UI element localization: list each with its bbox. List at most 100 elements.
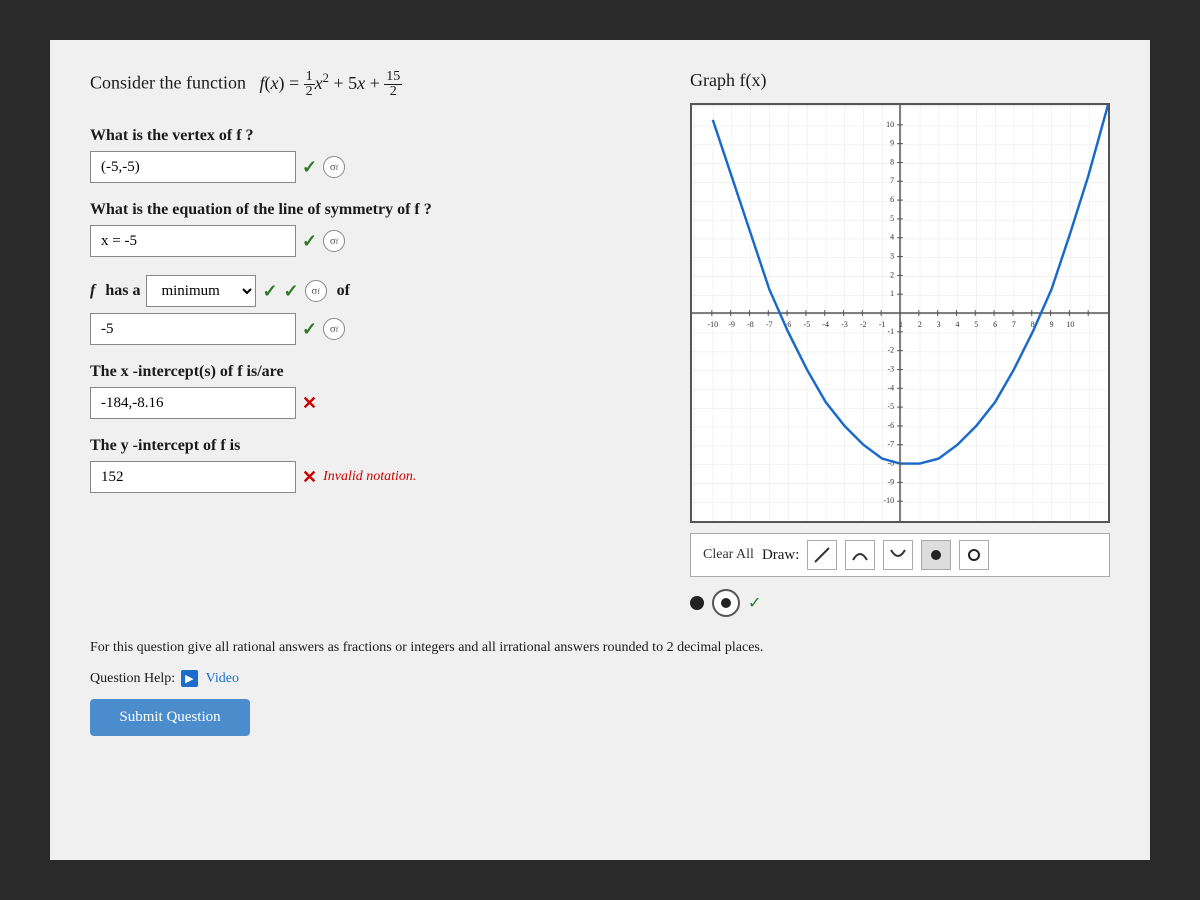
open-circle-tool-button[interactable] <box>959 540 989 570</box>
svg-text:-5: -5 <box>887 402 894 411</box>
svg-text:7: 7 <box>1012 320 1016 329</box>
svg-text:6: 6 <box>890 195 894 204</box>
svg-text:-2: -2 <box>860 320 867 329</box>
selected-dot-ring <box>712 589 740 617</box>
svg-text:4: 4 <box>955 320 959 329</box>
svg-text:-1: -1 <box>887 327 894 336</box>
svg-text:-1: -1 <box>879 320 886 329</box>
vertex-answer-row: ✓ σf <box>90 151 660 183</box>
symmetry-info-icon[interactable]: σf <box>323 230 345 252</box>
y-intercept-answer-row: ✕ Invalid notation. <box>90 461 660 493</box>
svg-text:3: 3 <box>937 320 941 329</box>
svg-text:1: 1 <box>890 289 894 298</box>
svg-text:-4: -4 <box>887 383 894 392</box>
minmax-value-input[interactable] <box>90 313 296 345</box>
minmax-value-check: ✓ <box>302 319 317 340</box>
of-label: of <box>333 282 350 300</box>
question-help-label: Question Help: <box>90 671 175 687</box>
minmax-question: f has a minimum maximum ✓ ✓ σf of ✓ σf <box>90 275 660 345</box>
graph-title: Graph f(x) <box>690 70 1110 91</box>
minmax-value-info-icon[interactable]: σf <box>323 318 345 340</box>
bottom-section: For this question give all rational answ… <box>90 637 1110 736</box>
symmetry-answer-row: ✓ σf <box>90 225 660 257</box>
draw-label: Draw: <box>762 547 800 564</box>
left-panel: Consider the function f(x) = 12x2 + 5x +… <box>90 70 660 493</box>
svg-text:4: 4 <box>890 233 894 242</box>
svg-text:-10: -10 <box>708 320 719 329</box>
svg-text:9: 9 <box>890 139 894 148</box>
svg-text:10: 10 <box>1066 320 1074 329</box>
question-help-row: Question Help: ▶ Video <box>90 670 1110 687</box>
right-panel: Graph f(x) <box>690 70 1110 617</box>
vertex-input[interactable] <box>90 151 296 183</box>
x-intercept-input[interactable] <box>90 387 296 419</box>
svg-text:-2: -2 <box>887 346 894 355</box>
draw-toolbar: Clear All Draw: <box>690 533 1110 577</box>
svg-text:7: 7 <box>890 176 894 185</box>
minmax-check2: ✓ <box>284 281 299 302</box>
clear-all-button[interactable]: Clear All <box>703 547 754 563</box>
filled-dot-indicator <box>690 596 704 610</box>
svg-text:-10: -10 <box>884 496 895 505</box>
minmax-select[interactable]: minimum maximum <box>146 275 256 307</box>
graph-container[interactable]: 1 2 3 4 5 6 7 8 9 10 -1 -2 -3 -4 -5 -6 - <box>690 103 1110 523</box>
x-intercept-label: The x -intercept(s) of f is/are <box>90 363 660 381</box>
svg-text:-7: -7 <box>887 440 894 449</box>
invalid-notation-text: Invalid notation. <box>323 469 416 485</box>
function-title: Consider the function f(x) = 12x2 + 5x +… <box>90 70 660 99</box>
y-intercept-wrong: ✕ <box>302 467 317 488</box>
dot-check: ✓ <box>748 593 761 613</box>
f-label: f <box>90 282 95 300</box>
function-formula: f(x) = 12x2 + 5x + 152 <box>259 73 402 93</box>
symmetry-input[interactable] <box>90 225 296 257</box>
minmax-info-icon[interactable]: σf <box>305 280 327 302</box>
has-a-label: has a <box>101 282 140 300</box>
filled-dot-tool-button[interactable] <box>921 540 951 570</box>
minmax-row: f has a minimum maximum ✓ ✓ σf of <box>90 275 660 307</box>
svg-text:-4: -4 <box>822 320 829 329</box>
svg-text:3: 3 <box>890 252 894 261</box>
svg-text:6: 6 <box>993 320 997 329</box>
main-container: Consider the function f(x) = 12x2 + 5x +… <box>50 40 1150 860</box>
minmax-value-row: ✓ σf <box>90 313 660 345</box>
vertex-question: What is the vertex of f ? ✓ σf <box>90 127 660 183</box>
vertex-label: What is the vertex of f ? <box>90 127 660 145</box>
svg-text:5: 5 <box>974 320 978 329</box>
svg-text:-6: -6 <box>887 421 894 430</box>
y-intercept-label: The y -intercept of f is <box>90 437 660 455</box>
svg-text:10: 10 <box>886 120 894 129</box>
svg-text:-3: -3 <box>841 320 848 329</box>
x-intercept-answer-row: ✕ <box>90 387 660 419</box>
submit-question-button[interactable]: Submit Question <box>90 699 250 736</box>
svg-text:9: 9 <box>1050 320 1054 329</box>
svg-text:-9: -9 <box>887 477 894 486</box>
svg-text:-9: -9 <box>728 320 735 329</box>
svg-text:1: 1 <box>899 320 903 329</box>
svg-text:2: 2 <box>890 270 894 279</box>
vertex-info-icon[interactable]: σf <box>323 156 345 178</box>
x-intercept-wrong: ✕ <box>302 393 317 414</box>
svg-text:-5: -5 <box>804 320 811 329</box>
svg-text:-8: -8 <box>747 320 754 329</box>
symmetry-check: ✓ <box>302 231 317 252</box>
svg-text:5: 5 <box>890 214 894 223</box>
minmax-check: ✓ <box>262 281 277 302</box>
svg-text:-7: -7 <box>766 320 773 329</box>
video-icon: ▶ <box>181 670 197 687</box>
top-section: Consider the function f(x) = 12x2 + 5x +… <box>90 70 1110 617</box>
y-intercept-question: The y -intercept of f is ✕ Invalid notat… <box>90 437 660 493</box>
svg-text:2: 2 <box>918 320 922 329</box>
function-description: Consider the function <box>90 73 246 93</box>
dot-selector-row: ✓ <box>690 589 1110 617</box>
video-link[interactable]: Video <box>206 671 239 687</box>
graph-svg: 1 2 3 4 5 6 7 8 9 10 -1 -2 -3 -4 -5 -6 - <box>692 105 1108 521</box>
symmetry-label: What is the equation of the line of symm… <box>90 201 660 219</box>
svg-text:-3: -3 <box>887 364 894 373</box>
vertex-check: ✓ <box>302 157 317 178</box>
instructions-text: For this question give all rational answ… <box>90 637 1110 658</box>
line-tool-button[interactable] <box>807 540 837 570</box>
y-intercept-input[interactable] <box>90 461 296 493</box>
curve-down-tool-button[interactable] <box>883 540 913 570</box>
svg-text:8: 8 <box>890 157 894 166</box>
curve-up-tool-button[interactable] <box>845 540 875 570</box>
